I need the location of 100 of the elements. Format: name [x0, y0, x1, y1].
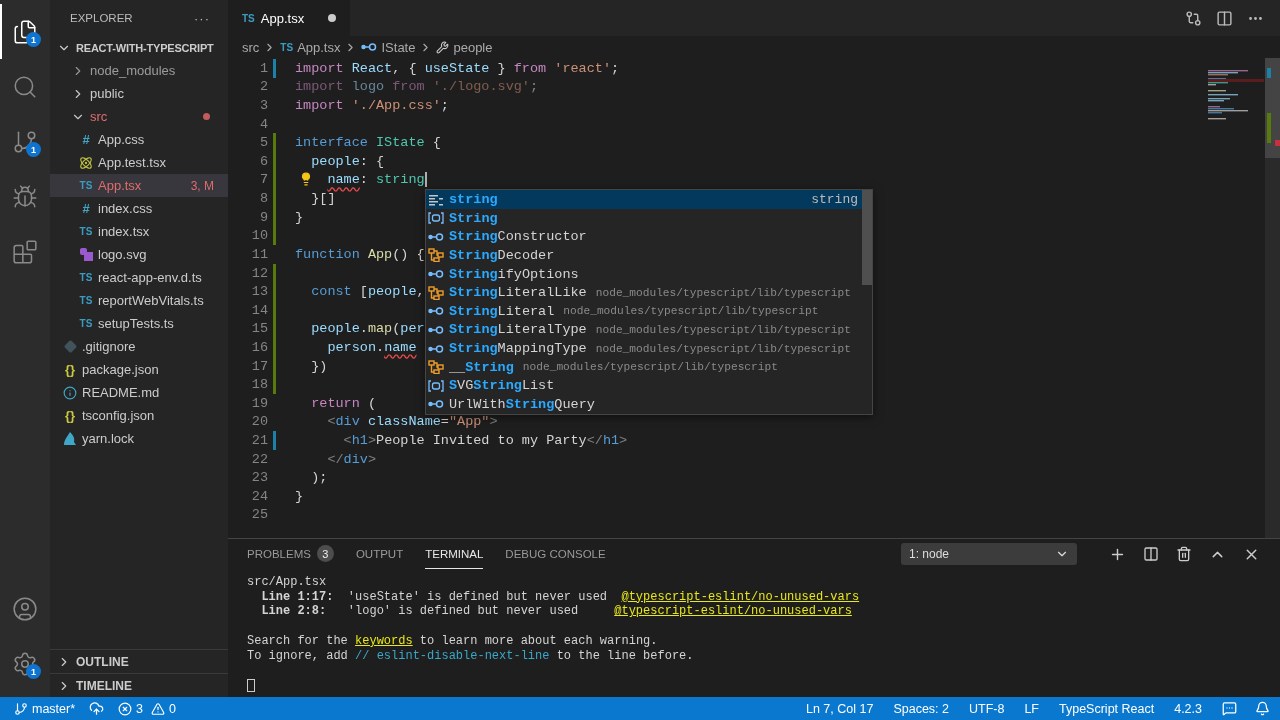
panel-tab[interactable]: TERMINAL [425, 539, 484, 569]
hash-icon: # [82, 201, 90, 216]
file-item[interactable]: TS react-app-env.d.ts [50, 266, 228, 289]
file-item[interactable]: TS reportWebVitals.ts [50, 289, 228, 312]
class-icon [428, 285, 444, 300]
terminal-link[interactable]: @typescript-eslint/no-unused-vars [621, 589, 860, 604]
section-header[interactable]: OUTLINE [50, 650, 228, 673]
hash-icon: # [82, 132, 90, 147]
compare-icon[interactable] [1185, 9, 1202, 27]
split-icon[interactable] [1143, 545, 1159, 563]
bell-icon[interactable] [1255, 701, 1270, 716]
folder-item[interactable]: src [50, 105, 228, 128]
breadcrumb-item[interactable]: src [242, 39, 260, 55]
line-number: 4 [258, 116, 268, 132]
lightbulb-icon[interactable] [299, 171, 313, 186]
status-item[interactable]: LF [1024, 701, 1039, 716]
terminal-link[interactable]: keywords [355, 633, 413, 648]
breadcrumb-item[interactable]: people [436, 39, 493, 55]
variable-icon [428, 378, 444, 393]
terminal-line: src/App.tsx [247, 575, 328, 590]
panel-tab[interactable]: OUTPUT [355, 539, 404, 569]
unsaved-dot [328, 14, 336, 22]
status-item[interactable]: UTF-8 [969, 701, 1005, 716]
terminal-link[interactable]: @typescript-eslint/no-unused-vars [614, 604, 852, 619]
active-indicator [0, 4, 2, 59]
line-number: 18 [250, 377, 268, 393]
file-item[interactable]: # App.css [50, 128, 228, 151]
code-line: const [people, [310, 283, 425, 301]
error-count[interactable]: 3 [136, 701, 144, 716]
class-icon [428, 248, 444, 263]
code-line: person.name [326, 338, 417, 357]
count-badge: 1 [26, 664, 41, 679]
line-number: 5 [258, 135, 268, 151]
editor-tab[interactable]: TS App.tsx [228, 0, 350, 36]
suggestion-item[interactable]: StringLiteral node_modules/typescript/lib/typescript [426, 302, 862, 321]
split-editor-icon[interactable] [1216, 9, 1233, 27]
trash-icon[interactable] [1176, 545, 1192, 563]
folder-item[interactable]: public [50, 82, 228, 105]
status-item[interactable]: Ln 7, Col 17 [805, 701, 874, 716]
code-line: } [295, 208, 304, 227]
code-line: import React, { useState } from 'react'; [295, 59, 620, 78]
project-header[interactable]: REACT-WITH-TYPESCRIPT [50, 36, 228, 59]
section-header[interactable]: TIMELINE [50, 674, 228, 697]
suggestion-item[interactable]: SVGStringList [426, 376, 862, 396]
status-item[interactable]: 4.2.3 [1174, 701, 1202, 716]
warning-count[interactable]: 0 [169, 701, 176, 716]
file-item[interactable]: logo.svg [50, 243, 228, 266]
suggestion-item[interactable]: string string [426, 190, 862, 209]
account-icon[interactable] [12, 595, 38, 622]
suggestion-item[interactable]: StringConstructor [426, 227, 862, 247]
file-item[interactable]: App.test.tsx [50, 151, 228, 174]
file-item[interactable]: {} tsconfig.json [50, 404, 228, 427]
file-item[interactable]: TS App.tsx 3, M [50, 174, 228, 197]
error-icon [118, 701, 133, 716]
line-number: 20 [250, 414, 268, 430]
terminal-line: To ignore, add // eslint-disable-next-line to the line before. [247, 648, 695, 664]
settings-icon[interactable] [12, 650, 38, 677]
folder-item[interactable]: node_modules [50, 59, 228, 82]
status-item[interactable]: Spaces: 2 [893, 701, 949, 716]
suggestion-item[interactable]: StringifyOptions [426, 264, 862, 284]
suggestion-item[interactable]: StringLiteralType node_modules/typescript/lib/typescript [426, 320, 862, 340]
suggestion-item[interactable]: StringLiteralLike node_modules/typescript/lib/typescript [426, 283, 862, 302]
suggestion-item[interactable]: StringDecoder [426, 246, 862, 265]
breadcrumb-item[interactable]: TS App.tsx [280, 39, 341, 55]
suggestion-item[interactable]: StringMappingType node_modules/typescript/lib/typescript [426, 339, 862, 358]
suggestion-item[interactable]: __String node_modules/typescript/lib/typescript [426, 357, 862, 377]
line-number: 2 [258, 79, 268, 95]
panel-tab[interactable]: DEBUG CONSOLE [505, 539, 606, 569]
scrollbar-thumb[interactable] [862, 190, 872, 286]
braces-icon: {} [64, 408, 76, 423]
suggestion-item[interactable]: String [426, 208, 862, 228]
ts-icon: TS [79, 180, 93, 191]
more-button[interactable]: ··· [194, 10, 210, 26]
file-item[interactable]: # index.css [50, 197, 228, 220]
file-item[interactable]: TS setupTests.ts [50, 312, 228, 335]
file-item[interactable]: README.md [50, 381, 228, 404]
terminal-cursor [247, 679, 255, 693]
explorer-icon[interactable] [12, 18, 38, 45]
interface-icon [361, 40, 378, 54]
code-line: name: string [295, 170, 427, 190]
feedback-icon[interactable] [1222, 701, 1237, 716]
sync-icon[interactable] [89, 701, 105, 716]
status-item[interactable]: TypeScript React [1059, 701, 1155, 716]
terminal-select[interactable]: 1: node [901, 543, 1077, 565]
file-item[interactable]: {} package.json [50, 358, 228, 381]
line-number: 23 [250, 470, 268, 486]
branch-name[interactable]: master* [32, 701, 76, 716]
file-item[interactable]: .gitignore [50, 335, 228, 358]
keyword-icon [428, 192, 444, 207]
panel-tab[interactable]: PROBLEMS 3 [247, 539, 334, 569]
file-item[interactable]: yarn.lock [50, 427, 228, 450]
count-badge: 1 [26, 32, 41, 47]
suggestion-item[interactable]: UrlWithStringQuery [426, 395, 862, 414]
line-number: 10 [250, 228, 268, 244]
run-debug-icon[interactable] [12, 183, 38, 210]
extensions-icon[interactable] [12, 238, 38, 265]
line-number: 25 [250, 507, 268, 523]
breadcrumb-item[interactable]: IState [361, 39, 416, 55]
line-number: 9 [258, 209, 268, 225]
file-item[interactable]: TS index.tsx [50, 220, 228, 243]
